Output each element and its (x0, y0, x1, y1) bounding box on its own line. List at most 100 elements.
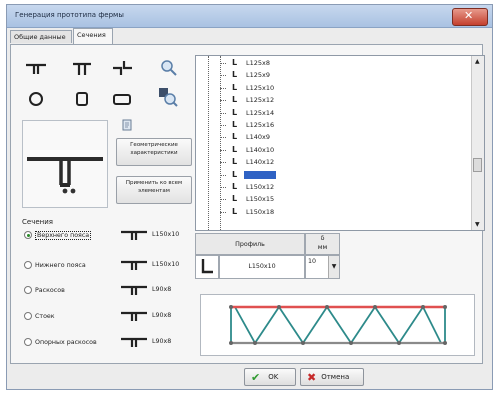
section-radio-row[interactable]: Стоек (24, 309, 55, 323)
list-item-label: L125x10 (246, 83, 275, 92)
section-value: L150x10 (152, 261, 180, 268)
list-item[interactable]: L L125x12 (220, 95, 276, 105)
list-item[interactable]: L L150x12 (220, 182, 276, 192)
list-item[interactable]: L L140x9 (220, 132, 272, 142)
tee-section-icon (120, 336, 148, 350)
scroll-up-icon[interactable]: ▲ (475, 58, 480, 65)
tree-connector (220, 63, 226, 64)
save-zoom-button[interactable] (154, 86, 182, 108)
list-item[interactable]: L L150x10 (220, 169, 277, 180)
chevron-down-icon[interactable]: ▼ (328, 256, 339, 278)
angle-icon: L (232, 144, 238, 154)
section-value: L150x10 (152, 231, 180, 238)
delta-header: δ мм (305, 233, 340, 255)
list-item[interactable]: L L140x12 (220, 157, 276, 167)
tee-wide-shape-button[interactable] (68, 58, 96, 80)
tree-connector (220, 87, 226, 89)
tree-connector (220, 149, 226, 151)
tree-guide-2 (220, 56, 221, 230)
section-radio-row[interactable]: Раскосов (24, 283, 65, 297)
list-item-label: L140x9 (246, 133, 271, 142)
cancel-button[interactable]: ✖ Отмена (300, 368, 364, 386)
angle-icon: L (232, 58, 238, 67)
tee-section-icon (120, 229, 148, 243)
radio-label: Верхнего пояса (35, 230, 92, 240)
angle-icon: L (232, 70, 238, 80)
radio-button[interactable] (24, 261, 32, 269)
apply-all-button[interactable]: Применить ко всем элементам (116, 176, 192, 204)
list-item-label: L125x8 (246, 59, 271, 67)
tee-shape-button[interactable] (22, 58, 50, 80)
double-tee-icon (73, 62, 91, 75)
list-scrollbar[interactable]: ▲ ▼ (471, 56, 484, 230)
tree-connector (220, 199, 226, 201)
radio-label: Опорных раскосов (35, 338, 97, 346)
cross-icon: ✖ (307, 370, 317, 384)
window-title: Генерация прототипа фермы (15, 11, 124, 19)
tab-sections[interactable]: Сечения (73, 28, 113, 44)
radio-label: Раскосов (35, 286, 65, 294)
section-radio-row[interactable]: Верхнего пояса (24, 228, 92, 242)
tee-section-icon (120, 310, 148, 324)
rect-tube-icon (76, 92, 88, 106)
box-shape-button[interactable] (108, 88, 136, 110)
ok-button[interactable]: ✔ OK (244, 368, 296, 386)
angle-icon: L (232, 194, 238, 204)
angle-icon: L (232, 169, 238, 179)
list-item[interactable]: L L125x9 (220, 70, 272, 80)
tee-section-icon (120, 284, 148, 298)
profile-value-cell[interactable]: L150x10 (219, 255, 305, 279)
section-radio-row[interactable]: Опорных раскосов (24, 335, 97, 349)
section-value: L90x8 (152, 338, 172, 345)
rect-tube-shape-button[interactable] (68, 88, 96, 110)
sections-group-label: Сечения (22, 218, 53, 226)
title-bar: Генерация прототипа фермы ✕ (7, 5, 492, 28)
list-item[interactable]: L L125x8 (220, 58, 272, 68)
tree-connector (220, 187, 226, 188)
cross-angle-shape-button[interactable] (108, 57, 136, 79)
radio-button[interactable] (24, 312, 32, 320)
radio-button[interactable] (24, 338, 32, 346)
list-item[interactable]: L L125x16 (220, 120, 276, 130)
list-item-label: L150x12 (246, 183, 275, 191)
geometric-characteristics-button[interactable]: Геометрические характеристики (116, 138, 192, 166)
section-radio-row[interactable]: Нижнего пояса (24, 258, 86, 272)
list-item-label: L125x14 (246, 108, 275, 117)
radio-label: Нижнего пояса (35, 261, 86, 269)
circle-shape-button[interactable] (22, 88, 50, 110)
radio-button[interactable] (24, 286, 32, 294)
scroll-down-icon[interactable]: ▼ (475, 221, 480, 228)
list-item[interactable]: L L125x10 (220, 83, 276, 93)
scroll-thumb[interactable] (473, 158, 482, 172)
section-listbox[interactable]: L L125x8 L L125x9 L L125x10 L L125x12 L L125x14 L L… (195, 55, 485, 231)
list-item-label: L125x9 (246, 71, 271, 80)
disk-zoom-icon (159, 88, 178, 107)
section-preview-drawing (27, 157, 103, 194)
cancel-label: Отмена (321, 373, 350, 381)
section-value: L90x8 (152, 312, 172, 319)
tree-connector (220, 162, 226, 164)
angle-icon: L (232, 182, 238, 191)
delta-value: 10 (308, 258, 317, 265)
profile-header: Профиль (195, 233, 305, 255)
delta-select[interactable]: 10 ▼ (305, 255, 340, 279)
angle-icon: L (232, 132, 238, 142)
angle-profile-icon (201, 259, 213, 274)
list-item[interactable]: L L140x10 (220, 144, 276, 155)
list-item[interactable]: L L150x15 (220, 194, 276, 204)
check-icon: ✔ (251, 370, 261, 384)
radio-button[interactable] (24, 231, 32, 239)
angle-icon: L (232, 206, 238, 216)
section-preview (22, 120, 108, 208)
magnify-button[interactable] (154, 56, 182, 78)
profile-table: Профиль δ мм L150x10 10 ▼ (195, 233, 355, 283)
document-icon (122, 119, 132, 131)
list-item[interactable]: L L125x14 (220, 108, 276, 118)
small-doc-button[interactable] (118, 117, 136, 133)
close-button[interactable]: ✕ (452, 8, 488, 26)
truss-preview (200, 294, 475, 356)
tab-general[interactable]: Общие данные (10, 30, 72, 43)
zoom-icon (161, 60, 177, 76)
list-item-label: L125x16 (246, 121, 275, 129)
list-item[interactable]: L L150x18 (220, 206, 276, 217)
